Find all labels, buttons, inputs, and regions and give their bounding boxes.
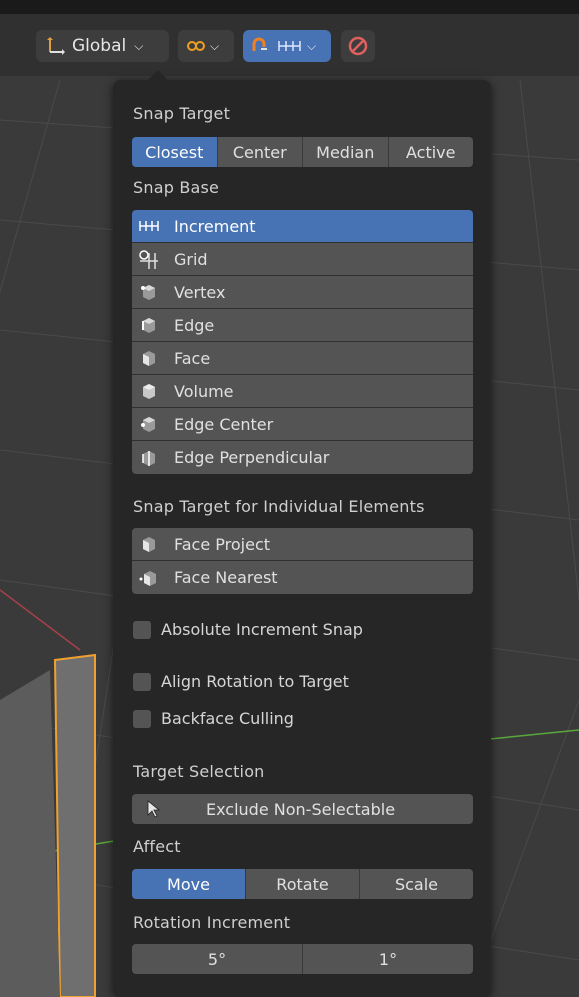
list-item-label: Grid	[174, 249, 208, 269]
rotation-increment-field[interactable]: 5°	[132, 944, 303, 974]
transform-orientation-dropdown[interactable]: Global ⌵	[36, 30, 169, 62]
list-item-label: Vertex	[174, 282, 226, 302]
rotation-increment-precision-field[interactable]: 1°	[303, 944, 473, 974]
list-item-label: Increment	[174, 216, 256, 236]
pivot-icon	[186, 38, 206, 54]
affect-selector[interactable]: Move Rotate Scale	[132, 869, 473, 899]
absolute-increment-checkbox[interactable]	[133, 620, 151, 639]
viewport-header: Global ⌵ ⌵ ⌵	[0, 0, 579, 76]
edge-perpendicular-icon	[134, 449, 164, 467]
absolute-increment-row[interactable]: Absolute Increment Snap	[133, 620, 363, 639]
snap-base-edge-perpendicular[interactable]: Edge Perpendicular	[132, 441, 473, 474]
volume-icon	[134, 382, 164, 400]
snap-base-edge[interactable]: Edge	[132, 309, 473, 342]
backface-culling-checkbox[interactable]	[133, 709, 151, 728]
target-selection-dropdown[interactable]: Exclude Non-Selectable	[132, 794, 473, 824]
orientation-label: Global	[72, 36, 127, 56]
snap-target-label: Snap Target	[133, 104, 231, 123]
target-selection-label: Target Selection	[133, 762, 265, 781]
snap-base-volume[interactable]: Volume	[132, 375, 473, 408]
snap-base-grid[interactable]: Grid	[132, 243, 473, 276]
list-item-label: Face Project	[174, 534, 271, 554]
face-project-icon	[134, 535, 164, 553]
snap-base-list: Increment Grid Vertex Edge Face Volume E…	[132, 210, 473, 474]
grid-icon	[134, 249, 164, 269]
target-selection-value: Exclude Non-Selectable	[206, 799, 396, 819]
affect-scale[interactable]: Scale	[360, 869, 473, 899]
list-item-label: Face Nearest	[174, 568, 278, 587]
snap-target-closest[interactable]: Closest	[132, 137, 218, 167]
absolute-increment-label: Absolute Increment Snap	[161, 620, 363, 639]
orientation-icon	[46, 36, 66, 56]
chevron-down-icon: ⌵	[307, 38, 317, 53]
pivot-point-dropdown[interactable]: ⌵	[178, 30, 234, 62]
list-item-label: Edge Center	[174, 414, 274, 434]
list-item-label: Volume	[174, 381, 234, 401]
proportional-editing-button[interactable]	[341, 30, 375, 62]
snap-target-center[interactable]: Center	[217, 137, 303, 167]
cursor-arrow-icon	[146, 800, 160, 818]
vertex-icon	[134, 283, 164, 301]
align-rotation-row[interactable]: Align Rotation to Target	[133, 672, 349, 691]
individual-elements-label: Snap Target for Individual Elements	[133, 497, 425, 516]
align-rotation-label: Align Rotation to Target	[161, 672, 349, 691]
increment-icon	[134, 219, 164, 233]
face-icon	[134, 349, 164, 367]
backface-culling-label: Backface Culling	[161, 709, 294, 728]
affect-move[interactable]: Move	[132, 869, 246, 899]
chevron-down-icon: ⌵	[210, 38, 220, 53]
individual-elements-list: Face Project Face Nearest	[132, 528, 473, 594]
snap-target-selector[interactable]: Closest Center Median Active	[132, 137, 473, 167]
header-top-strip	[0, 0, 579, 14]
affect-rotate[interactable]: Rotate	[246, 869, 360, 899]
rotation-increment-label: Rotation Increment	[133, 913, 291, 932]
face-project-item[interactable]: Face Project	[132, 528, 473, 561]
snap-base-vertex[interactable]: Vertex	[132, 276, 473, 309]
align-rotation-checkbox[interactable]	[133, 672, 151, 691]
backface-culling-row[interactable]: Backface Culling	[133, 709, 294, 728]
snap-toggle-group[interactable]: ⌵	[243, 30, 331, 62]
snap-base-increment[interactable]: Increment	[132, 210, 473, 243]
edge-icon	[134, 316, 164, 334]
snap-target-median[interactable]: Median	[303, 137, 389, 167]
chevron-down-icon: ⌵	[134, 38, 144, 53]
list-item-label: Edge Perpendicular	[174, 448, 330, 467]
snap-base-face[interactable]: Face	[132, 342, 473, 375]
snap-target-active[interactable]: Active	[388, 137, 473, 167]
increment-icon[interactable]	[277, 38, 303, 54]
rotation-increment-fields: 5° 1°	[132, 944, 473, 974]
list-item-label: Face	[174, 348, 211, 368]
popover-arrow	[148, 70, 168, 80]
proportional-editing-icon	[347, 35, 369, 57]
snap-base-edge-center[interactable]: Edge Center	[132, 408, 473, 441]
edge-center-icon	[134, 415, 164, 433]
snap-base-label: Snap Base	[133, 178, 220, 197]
face-nearest-item[interactable]: Face Nearest	[132, 561, 473, 594]
face-nearest-icon	[134, 569, 164, 587]
magnet-icon[interactable]	[249, 36, 269, 56]
affect-label: Affect	[133, 837, 181, 856]
list-item-label: Edge	[174, 315, 215, 335]
